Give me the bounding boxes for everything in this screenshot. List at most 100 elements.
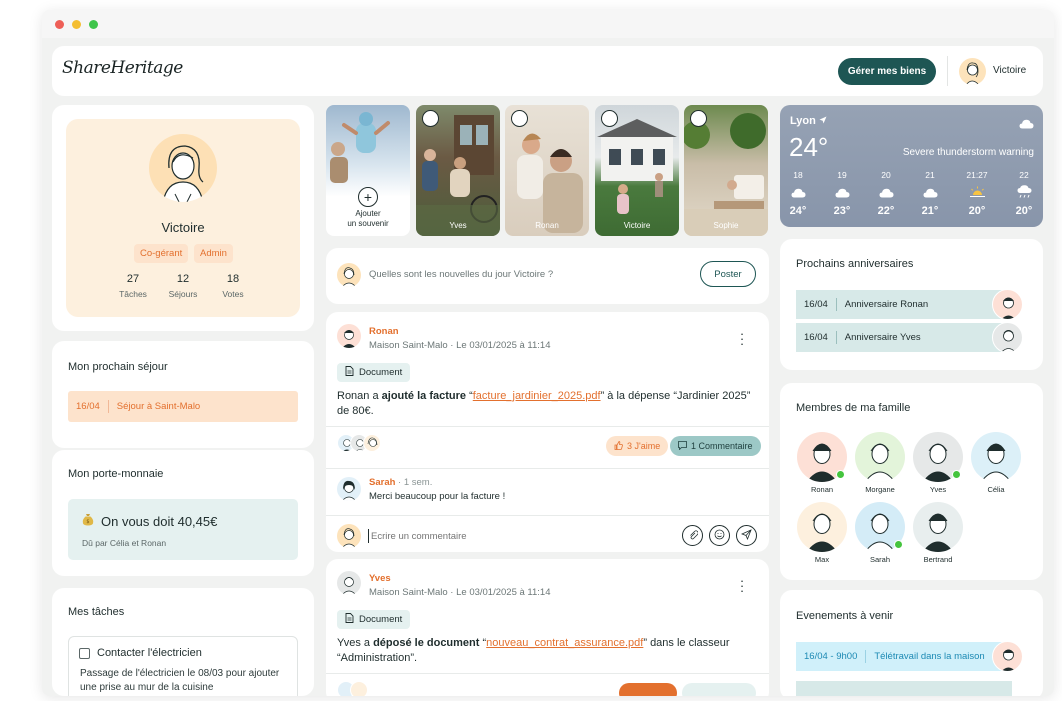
online-indicator (894, 540, 903, 549)
reactors-list[interactable] (337, 681, 368, 696)
event-label: Télétravail dans la maison (874, 651, 985, 662)
post-author[interactable]: Ronan (369, 326, 399, 337)
next-stay-title: Mon prochain séjour (68, 361, 168, 373)
weather-widget[interactable]: Lyon 24° Severe thunderstorm warning 18 … (780, 105, 1043, 227)
role-badge-admin: Admin (194, 244, 233, 263)
family-member[interactable]: Morgane (854, 432, 906, 494)
online-indicator (836, 470, 845, 479)
document-icon (345, 613, 354, 626)
more-options-icon[interactable]: · · · (737, 574, 747, 597)
app-logo[interactable]: ShareHeritage (62, 58, 183, 78)
location-arrow-icon (819, 115, 827, 127)
sunset-icon (962, 185, 992, 203)
birthday-label: Anniversaire Yves (844, 332, 921, 343)
family-member[interactable]: Célia (970, 432, 1022, 494)
divider (326, 673, 769, 674)
birthday-avatar[interactable] (992, 289, 1023, 320)
paperclip-icon (688, 527, 699, 545)
birthday-item[interactable]: 16/04 Anniversaire Yves (796, 323, 1012, 352)
window-titlebar (42, 10, 1054, 38)
birthday-item[interactable]: 16/04 Anniversaire Ronan (796, 290, 1012, 319)
cloud-icon (1019, 116, 1034, 134)
post-author-avatar[interactable] (337, 571, 361, 595)
divider (326, 426, 769, 427)
divider (865, 650, 867, 663)
events-title: Evenements à venir (796, 610, 894, 622)
event-avatar[interactable] (992, 641, 1023, 672)
send-button[interactable] (736, 525, 757, 546)
story-label: Victoire (623, 221, 651, 230)
comments-button[interactable] (682, 683, 756, 696)
online-indicator (952, 470, 961, 479)
document-link[interactable]: facture_jardinier_2025.pdf (473, 390, 601, 402)
next-stay-item[interactable]: 16/04 Séjour à Saint-Malo (68, 391, 298, 422)
event-item[interactable] (796, 681, 1012, 696)
like-button[interactable]: 3 J'aime (606, 436, 669, 456)
story-author-avatar (422, 110, 439, 127)
user-name[interactable]: Victoire (993, 65, 1026, 76)
composer-input[interactable]: Quelles sont les nouvelles du jour Victo… (369, 269, 553, 280)
rain-icon (1009, 185, 1039, 203)
maximize-window-button[interactable] (89, 19, 98, 29)
attach-button[interactable] (682, 525, 703, 546)
cloud-icon (915, 185, 945, 203)
stat-tasks-label: Tâches (119, 289, 147, 299)
birthday-avatar[interactable] (992, 322, 1023, 353)
more-options-icon[interactable]: · · · (737, 327, 747, 350)
family-member-name: Yves (929, 485, 947, 494)
close-window-button[interactable] (55, 19, 64, 29)
forecast-temperature: 20° (968, 205, 986, 217)
emoji-button[interactable] (709, 525, 730, 546)
task-title: Contacter l'électricien (79, 647, 202, 659)
birthday-date: 16/04 (804, 299, 828, 310)
comment-author-avatar[interactable] (337, 477, 361, 501)
forecast-temperature: 21° (921, 205, 939, 217)
wallet-balance[interactable]: $ On vous doit 40,45€ Dû par Célia et Ro… (68, 499, 298, 560)
document-link[interactable]: nouveau_contrat_assurance.pdf (486, 637, 643, 649)
event-item[interactable]: 16/04 - 9h00 Télétravail dans la maison (796, 642, 1012, 671)
family-member[interactable]: Max (796, 502, 848, 564)
post-button[interactable]: Poster (700, 261, 756, 287)
post-text: Yves a déposé le document “nouveau_contr… (337, 637, 730, 664)
forecast-hour: 21:27 (966, 170, 988, 180)
task-description: Passage de l'électricien le 08/03 pour a… (80, 668, 280, 693)
comment-author[interactable]: Sarah · 1 sem. (369, 477, 432, 488)
comments-button[interactable]: 1 Commentaire (670, 436, 761, 456)
document-tag-label: Document (359, 367, 403, 378)
post-author[interactable]: Yves (369, 573, 391, 584)
birthday-label: Anniversaire Ronan (844, 299, 929, 310)
forecast-temperature: 24° (789, 205, 807, 217)
reactor-avatar (363, 434, 381, 452)
forecast-hour: 22 (1019, 170, 1029, 180)
cloud-icon (783, 185, 813, 203)
minimize-window-button[interactable] (72, 19, 81, 29)
like-button[interactable] (619, 683, 677, 696)
send-icon (740, 527, 752, 545)
weather-warning: Severe thunderstorm warning (902, 147, 1034, 158)
story-victoire[interactable]: Victoire (595, 105, 679, 236)
stat-stays-label: Séjours (168, 289, 198, 299)
story-yves[interactable]: Yves (416, 105, 500, 236)
task-checkbox[interactable] (79, 647, 90, 659)
family-member[interactable]: Sarah (854, 502, 906, 564)
profile-card: Victoire Co-gérant Admin 27 Tâches 12 Sé… (52, 105, 314, 331)
like-count: 3 J'aime (627, 441, 661, 451)
user-avatar[interactable] (959, 58, 986, 85)
divider (326, 515, 769, 516)
task-item[interactable]: Contacter l'électricien Passage de l'éle… (68, 636, 298, 696)
add-memory-story[interactable]: + Ajouter un souvenir (326, 105, 410, 236)
comment-input[interactable] (368, 529, 618, 543)
profile-avatar[interactable] (149, 134, 217, 202)
story-sophie[interactable]: Sophie (684, 105, 768, 236)
family-member[interactable]: Ronan (796, 432, 848, 494)
post-author-avatar[interactable] (337, 324, 361, 348)
family-member[interactable]: Yves (912, 432, 964, 494)
forecast-temperature: 20° (1015, 205, 1033, 217)
reactors-list[interactable] (337, 434, 381, 452)
manage-properties-button[interactable]: Gérer mes biens (838, 58, 936, 85)
family-member[interactable]: Bertrand (912, 502, 964, 564)
profile-panel: Victoire Co-gérant Admin 27 Tâches 12 Sé… (66, 119, 300, 317)
forecast-hour: 18 (793, 170, 803, 180)
story-ronan[interactable]: Ronan (505, 105, 589, 236)
event-date: 16/04 - 9h00 (804, 651, 858, 662)
